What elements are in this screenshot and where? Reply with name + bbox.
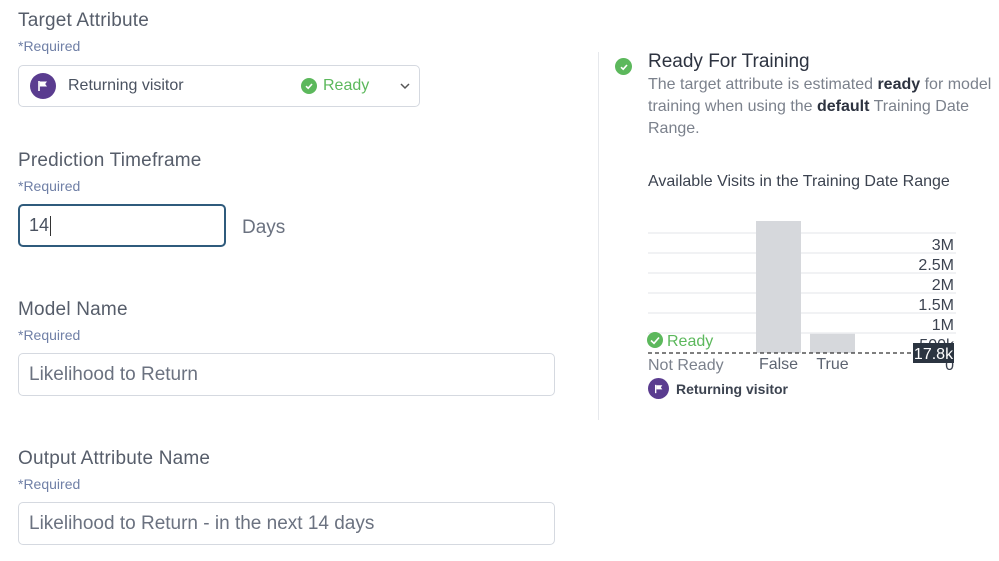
chevron-down-icon[interactable] <box>397 78 413 94</box>
output-attribute-required: *Required <box>18 476 81 492</box>
target-attribute-value: Returning visitor <box>68 77 184 94</box>
timeframe-unit-label: Days <box>242 217 286 238</box>
y-tick-label: 1M <box>932 317 954 334</box>
check-circle-icon <box>615 58 632 75</box>
legend-label: Returning visitor <box>676 380 789 397</box>
flag-icon <box>30 73 56 99</box>
readiness-title: Ready For Training <box>648 51 810 72</box>
prediction-timeframe-value: 14 <box>29 215 50 235</box>
check-circle-icon <box>647 332 663 348</box>
output-attribute-label: Output Attribute Name <box>18 448 211 469</box>
visits-chart: 0500k1M1.5M2M2.5M3MFalseTrueReadyNot Rea… <box>640 205 970 405</box>
panel-divider <box>598 52 599 420</box>
x-tick-label: False <box>759 356 798 373</box>
target-attribute-label: Target Attribute <box>18 10 149 31</box>
target-attribute-required: *Required <box>18 38 81 54</box>
x-tick-label: True <box>816 356 848 373</box>
readiness-description: The target attribute is estimated ready … <box>648 76 992 137</box>
text-caret <box>50 215 52 236</box>
flag-icon <box>648 378 669 399</box>
ready-status-text: Ready <box>323 77 370 94</box>
y-tick-label: 1.5M <box>918 297 954 314</box>
model-name-required: *Required <box>18 327 81 343</box>
check-circle-icon <box>301 78 317 94</box>
ready-threshold-label: Ready <box>667 333 713 350</box>
y-tick-label: 2M <box>932 277 954 294</box>
bar-false <box>756 221 801 353</box>
model-name-input[interactable]: Likelihood to Return <box>18 353 555 396</box>
model-name-label: Model Name <box>18 299 128 320</box>
bar-true <box>810 333 855 353</box>
y-tick-label: 3M <box>932 237 954 254</box>
prediction-timeframe-label: Prediction Timeframe <box>18 150 202 171</box>
prediction-timeframe-required: *Required <box>18 178 81 194</box>
chart-title: Available Visits in the Training Date Ra… <box>648 173 950 190</box>
ready-status-badge: Ready <box>301 77 369 95</box>
output-attribute-input[interactable]: Likelihood to Return - in the next 14 da… <box>18 502 555 545</box>
not-ready-threshold-label: Not Ready <box>648 357 724 374</box>
chart-legend: Returning visitor <box>648 378 788 399</box>
threshold-value: 17.8k <box>914 346 954 363</box>
y-tick-label: 2.5M <box>918 257 954 274</box>
target-attribute-select[interactable]: Returning visitor Ready <box>18 65 420 107</box>
prediction-timeframe-input[interactable]: 14 <box>18 204 226 247</box>
